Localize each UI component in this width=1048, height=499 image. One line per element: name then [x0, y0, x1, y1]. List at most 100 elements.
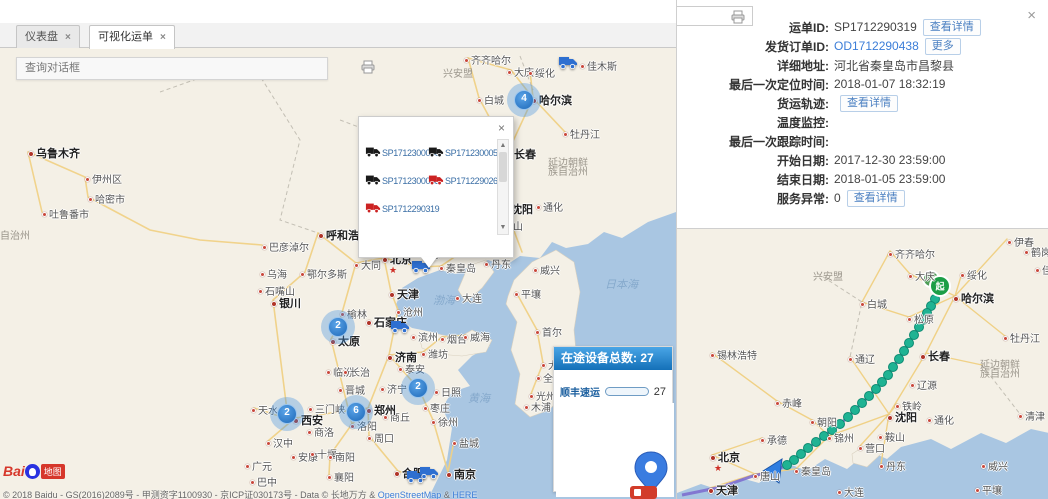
- route-point: [905, 339, 914, 348]
- cluster-count: 2: [270, 407, 304, 418]
- truck-marker[interactable]: [558, 55, 578, 72]
- device-item[interactable]: SP1712290319: [365, 195, 428, 223]
- truck-icon: [365, 146, 381, 160]
- waybill-field-row: 温度监控:: [677, 113, 1048, 132]
- route-point: [828, 426, 837, 435]
- scroll-thumb[interactable]: [499, 152, 507, 182]
- route-point: [820, 432, 829, 441]
- field-value: SP1712290319: [834, 20, 917, 34]
- route-point: [812, 438, 821, 447]
- waybill-field-row: 最后一次跟踪时间:: [677, 132, 1048, 151]
- field-label: 发货订单ID:: [677, 38, 829, 55]
- popup-pointer: [421, 257, 437, 268]
- route-point: [900, 347, 909, 356]
- cluster-marker[interactable]: 2: [270, 397, 304, 431]
- query-dialog-bar[interactable]: 查询对话框: [16, 57, 328, 80]
- cluster-count: 2: [321, 320, 355, 331]
- order-id-link[interactable]: OD1712290438: [834, 39, 919, 53]
- here-link[interactable]: HERE: [452, 490, 477, 499]
- field-value: 2018-01-05 23:59:00: [834, 172, 945, 186]
- scroll-up-icon[interactable]: ▲: [498, 141, 508, 151]
- route-point: [910, 331, 919, 340]
- field-value: 2017-12-30 23:59:00: [834, 153, 945, 167]
- waybill-field-row: 结束日期: 2018-01-05 23:59:00: [677, 170, 1048, 189]
- field-label: 运单ID:: [677, 19, 829, 36]
- route-point: [836, 420, 845, 429]
- in-transit-title: 在途设备总数: 27: [554, 347, 672, 370]
- route-point: [915, 323, 924, 332]
- cluster-count: 2: [401, 381, 435, 392]
- cluster-count: 4: [507, 93, 541, 104]
- baidu-logo-text: Bai: [3, 463, 25, 479]
- device-id: SP1712300051: [445, 148, 502, 158]
- osm-link[interactable]: OpenStreetMap: [378, 490, 442, 499]
- device-item[interactable]: SP1712300051: [428, 139, 491, 167]
- field-label: 开始日期:: [677, 152, 829, 169]
- route-point: [865, 392, 874, 401]
- waybill-field-row: 服务异常: 0 查看详情: [677, 189, 1048, 208]
- map-copyright: © 2018 Baidu - GS(2016)2089号 - 甲测资字11009…: [3, 488, 477, 499]
- tab-dashboard-label: 仪表盘: [25, 31, 58, 43]
- waybill-detail-panel: × 运单ID:SP1712290319查看详情发货订单ID:OD17122904…: [676, 0, 1048, 499]
- top-strip: [0, 0, 676, 23]
- route-point: [872, 385, 881, 394]
- popup-close-icon[interactable]: ×: [498, 121, 505, 135]
- partial-logo: [630, 486, 657, 499]
- truck-icon: [365, 202, 381, 216]
- device-item[interactable]: SP1712300063: [365, 167, 428, 195]
- cluster-count: 6: [339, 405, 373, 416]
- more-button[interactable]: 更多: [925, 38, 961, 55]
- scroll-down-icon[interactable]: ▼: [498, 223, 508, 233]
- popup-scrollbar[interactable]: ▲ ▼: [497, 139, 509, 235]
- tab-visual-waybill-label: 可视化运单: [98, 31, 153, 43]
- field-value: 2018-01-07 18:32:19: [834, 77, 945, 91]
- waybill-field-row: 开始日期: 2017-12-30 23:59:00: [677, 151, 1048, 170]
- field-label: 结束日期:: [677, 171, 829, 188]
- route-point: [889, 363, 898, 372]
- view-details-button[interactable]: 查看详情: [840, 95, 898, 112]
- cluster-marker[interactable]: 2: [321, 310, 355, 344]
- carrier-name: 顺丰速运: [560, 384, 600, 399]
- carrier-progress-bar: [605, 387, 649, 396]
- device-id: SP1712290267: [445, 176, 502, 186]
- truck-icon: [428, 174, 444, 188]
- truck-marker[interactable]: [419, 465, 439, 482]
- device-id: SP1712290319: [382, 204, 439, 214]
- route-start-label: 起: [934, 281, 945, 292]
- carrier-row: 顺丰速运 27: [560, 384, 666, 399]
- field-label: 温度监控:: [677, 114, 829, 131]
- device-item[interactable]: SP1712300046: [365, 139, 428, 167]
- query-dialog-label: 查询对话框: [25, 62, 80, 74]
- field-label: 服务异常:: [677, 190, 829, 207]
- tab-visual-waybill[interactable]: 可视化运单 ×: [89, 25, 175, 49]
- route-point: [895, 355, 904, 364]
- route-point: [858, 399, 867, 408]
- route-point: [844, 413, 853, 422]
- truck-icon: [428, 146, 444, 160]
- cluster-marker[interactable]: 6: [339, 395, 373, 429]
- waybill-field-row: 最后一次定位时间:2018-01-07 18:32:19: [677, 75, 1048, 94]
- field-label: 详细地址:: [677, 57, 829, 74]
- waybill-field-row: 运单ID: SP1712290319 查看详情: [677, 18, 1048, 37]
- field-value: 河北省秦皇岛市昌黎县: [834, 57, 954, 74]
- field-value: 0: [834, 191, 841, 205]
- truck-icon: [365, 174, 381, 188]
- tab-close-icon[interactable]: ×: [160, 32, 166, 43]
- view-details-button[interactable]: 查看详情: [847, 190, 905, 207]
- tab-close-icon[interactable]: ×: [65, 32, 71, 43]
- waybill-fields: 运单ID:SP1712290319查看详情发货订单ID:OD1712290438…: [677, 18, 1048, 208]
- route-map-canvas[interactable]: 起 伊春鹤岗齐齐哈尔大庆绥化佳木兴安盟白城松原哈尔滨牡丹江锡林浩特通辽长春辽源延…: [677, 228, 1048, 499]
- view-details-button[interactable]: 查看详情: [923, 19, 981, 36]
- baidu-logo[interactable]: Bai地图: [3, 463, 65, 485]
- cluster-marker[interactable]: 4: [507, 83, 541, 117]
- waybill-field-row: 货运轨迹:查看详情: [677, 94, 1048, 113]
- device-item[interactable]: SP1712290267: [428, 167, 491, 195]
- waybill-field-row: 详细地址: 河北省秦皇岛市昌黎县: [677, 56, 1048, 75]
- copyright-text: © 2018 Baidu - GS(2016)2089号 - 甲测资字11009…: [3, 490, 378, 499]
- left-workspace: 乌鲁木齐伊州区哈密市吐鲁番市自治州呼和浩特巴彦淖尔乌海鄂尔多斯石嘴山银川榆林大同…: [0, 0, 676, 499]
- tab-dashboard[interactable]: 仪表盘 ×: [16, 25, 80, 48]
- cluster-marker[interactable]: 2: [401, 371, 435, 405]
- truck-marker[interactable]: [390, 319, 410, 336]
- route-point: [783, 461, 792, 470]
- print-icon[interactable]: [360, 60, 376, 74]
